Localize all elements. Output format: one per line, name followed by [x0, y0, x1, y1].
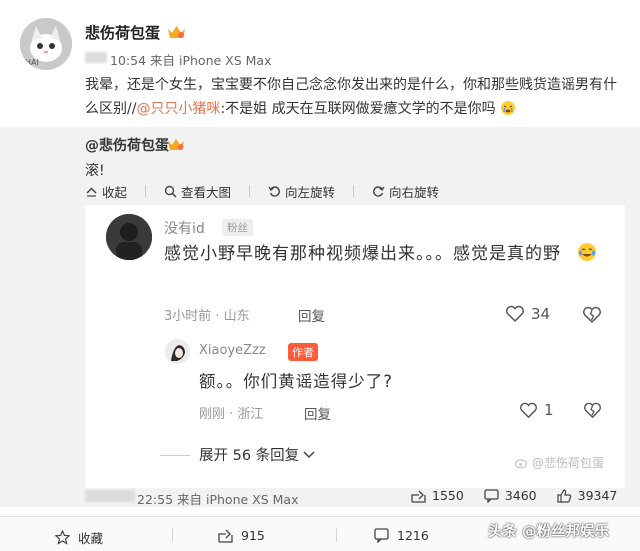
repost-action-count: 915: [241, 528, 265, 543]
repost-count-button[interactable]: 1550: [411, 488, 464, 503]
comment-action-count: 1216: [397, 528, 429, 543]
laughing-crying-emoji-icon: [578, 243, 597, 261]
vip-badge-icon: [168, 139, 184, 150]
repost-stats: 1550 3460 39347: [411, 488, 617, 503]
comment-text: 感觉小野早晚有那种视频爆出来。。。感觉是真的野: [164, 240, 609, 268]
reply-avatar-image: [165, 339, 190, 364]
post-text-after: :不是姐 成天在互联网做爱癔文学的不是你吗: [220, 101, 496, 117]
author-reply-avatar: [165, 339, 190, 364]
view-large-label: 查看大图: [181, 184, 232, 200]
comment-time: 3小时前 · 山东: [164, 309, 250, 324]
watermark-text: @悲伤荷包蛋: [532, 456, 605, 470]
heart-icon: [520, 402, 537, 418]
dark-avatar-image: [106, 214, 152, 260]
rotate-right-label: 向右旋转: [389, 184, 440, 200]
author-reply-time: 刚刚 · 浙江: [199, 407, 264, 422]
like-count-button[interactable]: 39347: [557, 488, 618, 503]
share-icon: [411, 490, 426, 503]
blurred-date: [85, 490, 135, 502]
author-reply-text: 额。。你们黄谣造得少了?: [199, 372, 394, 391]
rotate-right-button[interactable]: 向右旋转: [372, 182, 439, 201]
repost-action-button[interactable]: 915: [218, 528, 265, 543]
author-tag-badge: 作者: [288, 343, 318, 361]
comment-text-content: 感觉小野早晚有那种视频爆出来。。。感觉是真的野: [164, 244, 561, 264]
comment-icon: [374, 528, 389, 543]
commenter-avatar: [106, 214, 152, 260]
author-reply-button[interactable]: 回复: [304, 403, 331, 423]
share-icon: [218, 529, 233, 543]
repost-count: 1550: [432, 488, 464, 503]
author-reply-like-button[interactable]: 1: [519, 401, 554, 419]
vip-badge-icon: [168, 26, 185, 38]
comment-reply-button[interactable]: 回复: [298, 305, 325, 325]
rotate-left-button[interactable]: 向左旋转: [268, 182, 335, 201]
mention-link[interactable]: @只只小猪咪: [136, 101, 220, 117]
repost-author[interactable]: @悲伤荷包蛋: [85, 135, 169, 155]
post-time: 10:54: [110, 53, 147, 68]
thread-divider: [160, 455, 190, 456]
magnifier-icon: [164, 185, 177, 198]
author-name[interactable]: 悲伤荷包蛋: [85, 22, 160, 43]
comment-like-count: 34: [531, 305, 551, 323]
toutiao-watermark: 头条 @粉丝邦娱乐: [488, 524, 610, 540]
comment-count-button[interactable]: 3460: [484, 488, 537, 503]
repost-source: 来自 iPhone XS Max: [177, 492, 299, 507]
expand-replies-label: 展开 56 条回复: [199, 448, 300, 464]
collapse-icon: [86, 186, 97, 197]
comment-count: 3460: [504, 488, 537, 503]
action-divider: [336, 528, 337, 542]
crying-emoji-icon: [501, 101, 516, 115]
chevron-down-icon: [303, 450, 315, 458]
repost-time: 22:55: [137, 492, 174, 507]
post-source: 来自 iPhone XS Max: [150, 53, 272, 68]
thumbs-up-icon: [557, 488, 571, 503]
broken-heart-icon[interactable]: [582, 306, 602, 324]
expand-replies-button[interactable]: 展开 56 条回复: [199, 444, 315, 465]
comment-action-button[interactable]: 1216: [374, 528, 429, 543]
broken-heart-icon[interactable]: [583, 402, 602, 419]
author-avatar[interactable]: HAI: [20, 18, 72, 70]
collapse-label: 收起: [102, 184, 128, 200]
comment-icon: [484, 488, 499, 503]
action-divider: [172, 528, 173, 542]
toolbar-divider: [145, 185, 147, 197]
weibo-watermark: @悲伤荷包蛋: [515, 454, 604, 471]
rotate-right-icon: [373, 185, 385, 197]
author-reply-name: XiaoyeZzz: [199, 343, 266, 358]
cat-avatar-image: HAI: [20, 18, 72, 70]
like-count: 39347: [577, 488, 618, 503]
repost-text: 滚!: [85, 163, 105, 179]
view-large-button[interactable]: 查看大图: [164, 182, 231, 201]
toolbar-divider: [353, 185, 355, 197]
blurred-username: [85, 52, 107, 63]
collapse-button[interactable]: 收起: [85, 182, 127, 201]
post-meta: 10:54 来自 iPhone XS Max: [110, 50, 271, 69]
image-toolbar: 收起 查看大图 向左旋转 向右旋转: [85, 182, 439, 200]
commenter-name: 没有id: [164, 221, 205, 237]
toolbar-divider: [249, 185, 251, 197]
post-body: 我晕，还是个女生，宝宝要不你自己念念你发出来的是什么，你和那些贱货造谣男有什么区…: [85, 73, 625, 121]
favorite-button[interactable]: 收藏: [55, 528, 103, 547]
rotate-left-icon: [268, 185, 280, 197]
heart-icon: [506, 305, 524, 323]
rotate-left-label: 向左旋转: [285, 184, 336, 200]
favorite-label: 收藏: [78, 531, 104, 546]
repost-meta: 22:55 来自 iPhone XS Max: [137, 489, 298, 508]
star-icon: [55, 530, 70, 545]
weibo-logo-icon: [515, 458, 528, 469]
comment-like-button[interactable]: 34: [505, 305, 550, 323]
author-reply-like-count: 1: [544, 401, 554, 419]
fan-badge: 粉丝: [222, 219, 253, 236]
